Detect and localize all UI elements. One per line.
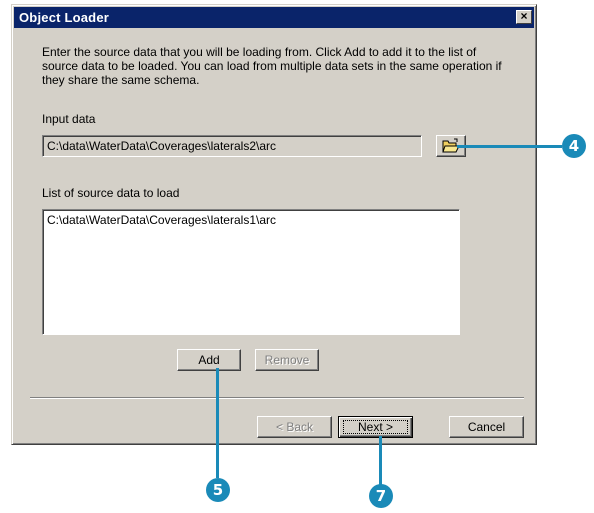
- close-button[interactable]: ×: [516, 10, 532, 24]
- input-data-field[interactable]: C:\data\WaterData\Coverages\laterals2\ar…: [42, 135, 422, 157]
- cancel-button[interactable]: Cancel: [449, 416, 524, 438]
- next-button[interactable]: Next >: [338, 416, 413, 438]
- source-data-list[interactable]: C:\data\WaterData\Coverages\laterals1\ar…: [42, 209, 460, 335]
- add-button-label: Add: [198, 353, 220, 367]
- callout-marker-add: 5: [206, 478, 230, 502]
- input-data-label: Input data: [42, 112, 96, 126]
- callout-marker-next: 7: [369, 484, 393, 508]
- object-loader-dialog: Object Loader × Enter the source data th…: [11, 4, 537, 445]
- list-item[interactable]: C:\data\WaterData\Coverages\laterals1\ar…: [47, 213, 455, 227]
- callout-marker-browse: 4: [562, 134, 586, 158]
- separator: [30, 397, 524, 399]
- remove-button-label: Remove: [264, 353, 310, 367]
- callout-line-add: [216, 368, 219, 478]
- close-icon: ×: [520, 9, 528, 23]
- back-button[interactable]: < Back: [257, 416, 332, 438]
- focus-rectangle: [343, 420, 408, 434]
- intro-text: Enter the source data that you will be l…: [42, 45, 502, 87]
- cancel-button-label: Cancel: [467, 420, 506, 434]
- source-list-label: List of source data to load: [42, 186, 180, 200]
- remove-button[interactable]: Remove: [255, 349, 319, 371]
- callout-line-next: [379, 436, 382, 486]
- callout-line-browse: [457, 145, 562, 148]
- add-button[interactable]: Add: [177, 349, 241, 371]
- dialog-title: Object Loader: [19, 10, 110, 25]
- back-button-label: < Back: [275, 420, 314, 434]
- title-bar[interactable]: Object Loader ×: [14, 7, 534, 28]
